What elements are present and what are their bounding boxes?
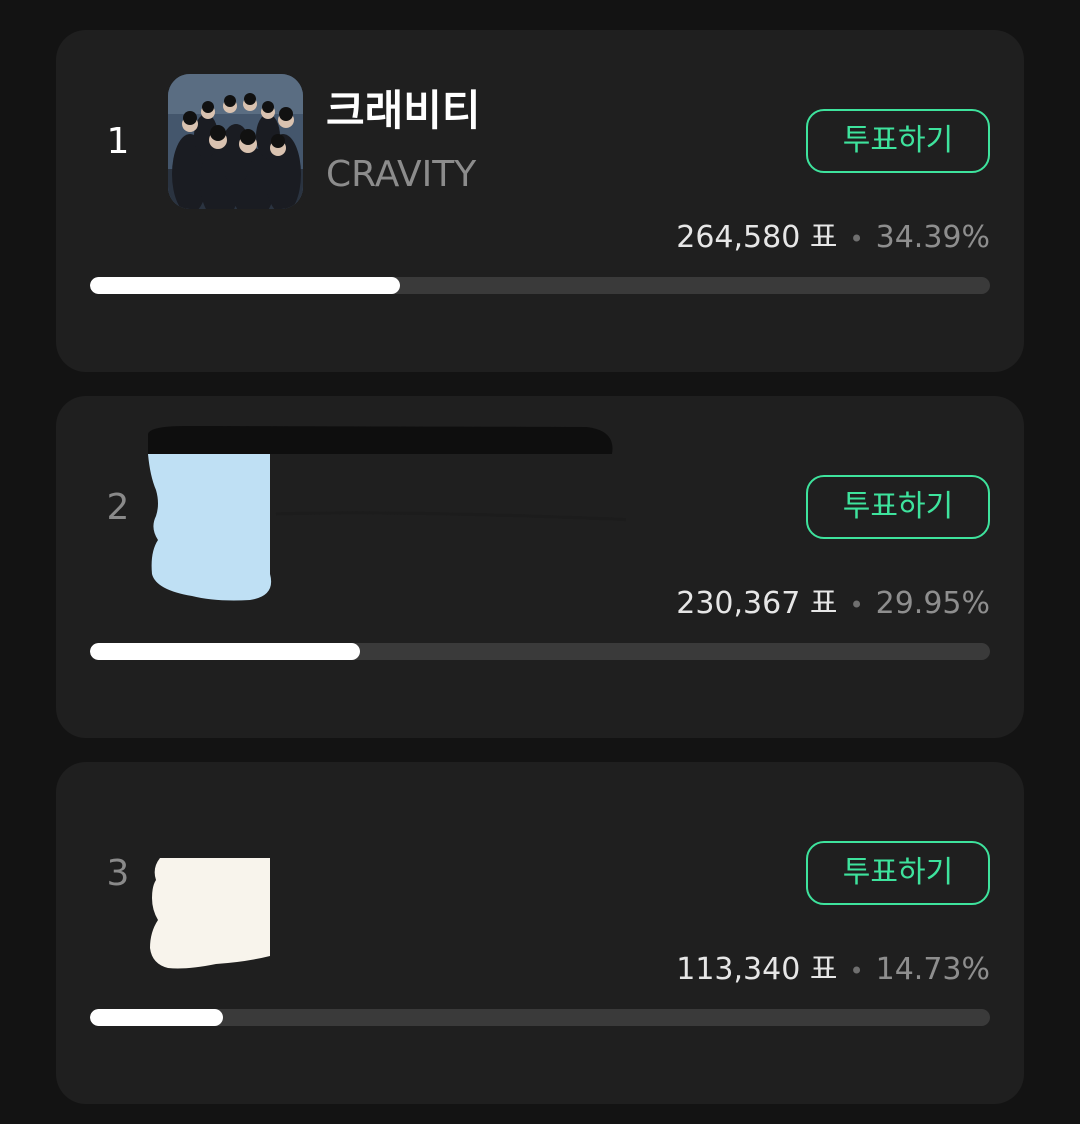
artist-name-english: CRAVITY [326,154,477,195]
redacted-artist-info [148,426,626,601]
separator-dot: • [849,957,864,985]
candidate-card: 2 투표하기 230,367 표 • 29.95% [56,396,1024,738]
vote-percentage: 14.73% [875,952,990,987]
vote-progress-bar [90,277,990,294]
vote-button[interactable]: 투표하기 [806,841,990,905]
vote-stats: 113,340 표 • 14.73% [676,950,990,991]
vote-progress-bar [90,1009,990,1026]
rank-number: 1 [106,121,130,162]
vote-progress-fill [90,643,360,660]
vote-button[interactable]: 투표하기 [806,475,990,539]
rank-number: 3 [106,853,130,894]
redacted-artist-photo [150,858,270,969]
rank-number: 2 [106,487,130,528]
separator-dot: • [849,225,864,253]
vote-count: 264,580 표 [676,220,838,255]
vote-count: 113,340 표 [676,952,838,987]
artist-photo [168,74,303,209]
vote-percentage: 34.39% [875,220,990,255]
vote-progress-bar [90,643,990,660]
vote-button[interactable]: 투표하기 [806,109,990,173]
vote-stats: 230,367 표 • 29.95% [676,584,990,625]
candidate-card: 1 크래비티 CRAVITY 투표하기 264,580 표 • 34.39% [56,30,1024,372]
artist-name-korean: 크래비티 [326,86,481,135]
separator-dot: • [849,591,864,619]
vote-stats: 264,580 표 • 34.39% [676,218,990,259]
vote-count: 230,367 표 [676,586,838,621]
vote-ranking-list: 1 크래비티 CRAVITY 투표하기 264,580 표 • 34.39% 2… [0,0,1080,1124]
vote-progress-fill [90,1009,223,1026]
candidate-card: 3 투표하기 113,340 표 • 14.73% [56,762,1024,1104]
vote-percentage: 29.95% [875,586,990,621]
vote-progress-fill [90,277,400,294]
